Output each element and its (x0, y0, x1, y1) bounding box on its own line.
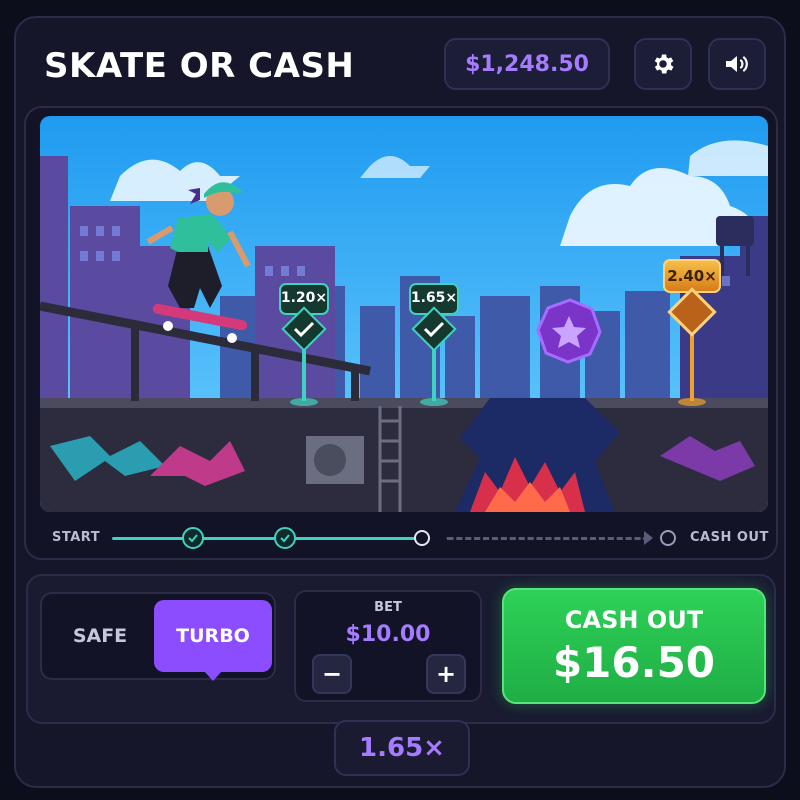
progress-line-complete (112, 537, 422, 540)
track-start-label: START (52, 530, 101, 545)
mode-turbo-button[interactable]: TURBO (154, 600, 272, 681)
speaker-icon (726, 56, 748, 72)
arrow-right-icon (644, 531, 653, 545)
progress-line-remaining (446, 537, 646, 540)
progress-node-passed (274, 527, 296, 549)
game-viewport: 1.20× 1.65× 2.40× (40, 116, 768, 512)
track-end-label: CASH OUT (690, 530, 769, 545)
bet-label: BET (374, 600, 402, 615)
settings-button[interactable] (634, 38, 692, 90)
game-window: SKATE OR CASH $1,248.50 1.20× 1.65× 2.40… (14, 16, 786, 788)
game-scene: 1.20× 1.65× 2.40× START CASH OUT (24, 106, 778, 560)
gear-icon (654, 54, 674, 74)
current-multiplier: 1.65× (334, 720, 470, 776)
checkpoint-label-1: 1.20× (280, 290, 328, 306)
cash-out-button[interactable]: CASH OUT $16.50 (502, 588, 766, 704)
progress-track: START CASH OUT (26, 512, 776, 558)
progress-node-end (660, 530, 676, 546)
mode-safe-button[interactable]: SAFE (50, 602, 150, 670)
mode-toggle: SAFE TURBO (40, 592, 276, 681)
progress-node-passed (182, 527, 204, 549)
star-coin-icon (538, 300, 600, 362)
bet-panel: BET $10.00 − + (294, 590, 482, 702)
bet-amount: $10.00 (345, 622, 431, 647)
cash-out-amount: $16.50 (552, 638, 716, 687)
check-icon (280, 534, 290, 543)
check-icon (188, 534, 198, 543)
checkpoint-label-2: 1.65× (410, 290, 458, 306)
controls-panel: SAFE TURBO BET $10.00 − + CASH OUT $16.5… (26, 574, 776, 724)
balance-display: $1,248.50 (444, 38, 610, 90)
decrease-bet-button[interactable]: − (312, 654, 352, 694)
progress-node-current (414, 530, 430, 546)
increase-bet-button[interactable]: + (426, 654, 466, 694)
sound-button[interactable] (708, 38, 766, 90)
checkpoint-label-3: 2.40× (667, 267, 717, 285)
cash-out-label: CASH OUT (564, 606, 704, 634)
game-title: SKATE OR CASH (44, 46, 355, 86)
skater-character (140, 186, 250, 346)
